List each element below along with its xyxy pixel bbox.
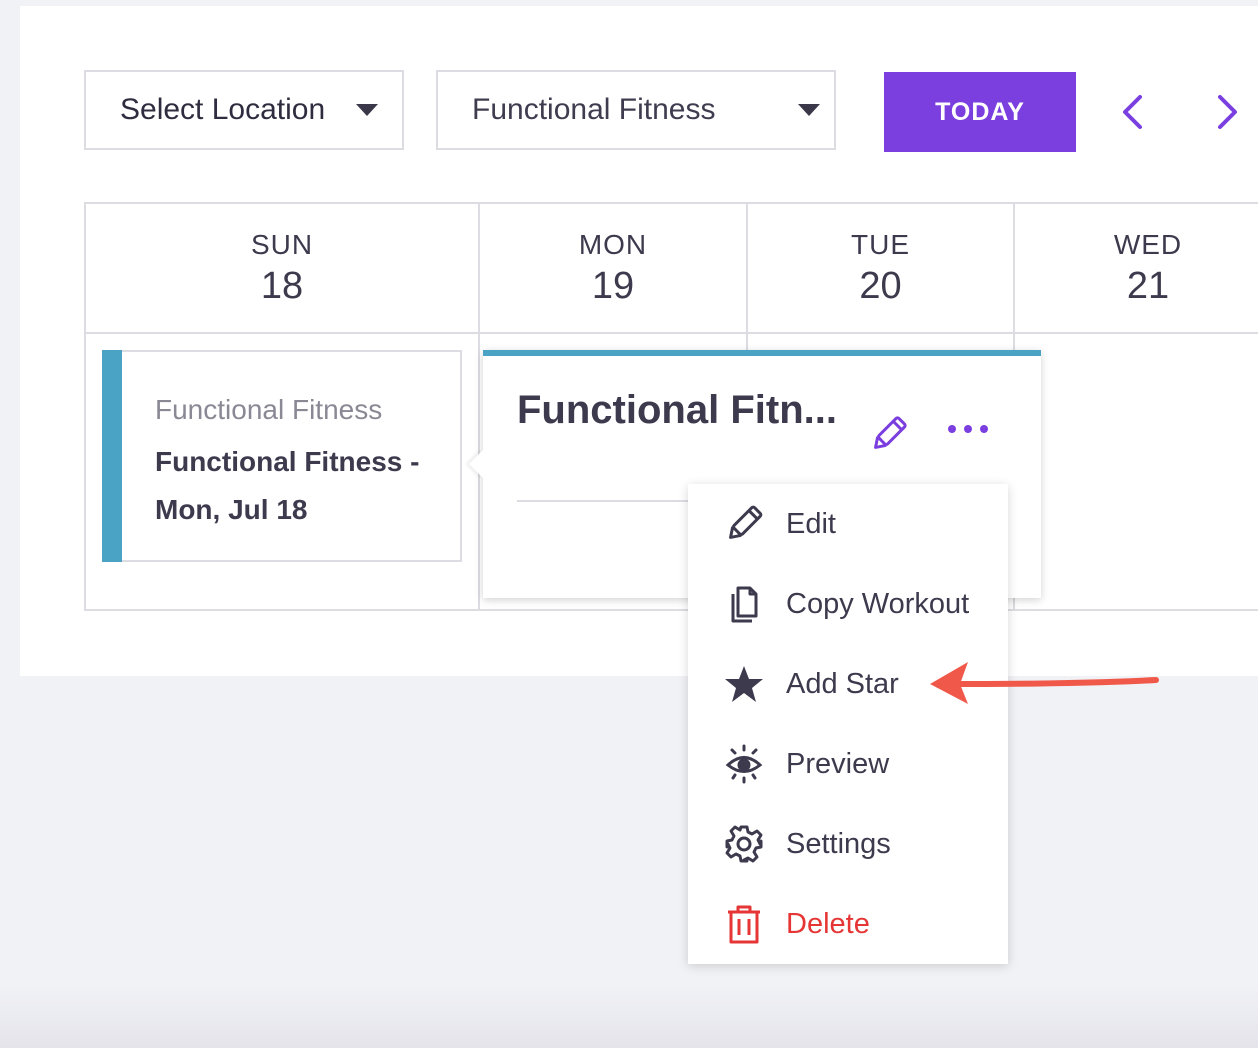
caret-down-icon — [798, 104, 820, 116]
menu-item-label: Edit — [786, 507, 836, 540]
grid-line — [1014, 609, 1258, 611]
day-header-mon: MON 19 — [480, 204, 746, 332]
copy-icon — [731, 586, 758, 623]
popover-title: Functional Fitn... — [517, 388, 837, 432]
day-number: 18 — [260, 264, 304, 307]
gear-icon — [725, 825, 763, 863]
caret-down-icon — [356, 104, 378, 116]
day-name: WED — [1113, 228, 1183, 260]
location-select-label: Select Location — [120, 93, 326, 126]
trash-icon — [728, 905, 760, 944]
day-number: 19 — [591, 264, 635, 307]
day-name: MON — [578, 228, 648, 260]
menu-item-label: Copy Workout — [786, 587, 970, 620]
program-select[interactable]: Functional Fitness — [436, 70, 836, 150]
chevron-left-icon[interactable] — [1118, 94, 1148, 130]
day-header-wed: WED 21 — [1015, 204, 1258, 332]
program-select-label: Functional Fitness — [472, 93, 716, 126]
menu-item-edit[interactable]: Edit — [688, 484, 1008, 564]
day-header-sun: SUN 18 — [86, 204, 478, 332]
day-number: 21 — [1126, 264, 1170, 307]
popover-divider — [517, 500, 697, 502]
pencil-icon — [729, 505, 763, 539]
event-program: Functional Fitness — [155, 394, 383, 425]
chevron-right-icon[interactable] — [1212, 94, 1242, 130]
menu-item-preview[interactable]: Preview — [688, 724, 1008, 804]
location-select[interactable]: Select Location — [84, 70, 404, 150]
event-color-stripe — [102, 350, 122, 562]
day-name: SUN — [250, 228, 314, 260]
context-menu: Edit Copy Workout Add Star Preview Setti… — [688, 484, 1008, 964]
annotation-arrow-icon — [930, 662, 1159, 704]
menu-item-label: Preview — [786, 747, 890, 780]
more-options-icon[interactable] — [945, 422, 991, 436]
menu-item-delete[interactable]: Delete — [688, 884, 1008, 964]
grid-line — [84, 332, 1258, 334]
menu-item-copy-workout[interactable]: Copy Workout — [688, 564, 1008, 644]
eye-icon — [725, 744, 763, 784]
day-number: 20 — [859, 264, 902, 307]
page-footer-shade — [0, 985, 1258, 1048]
star-icon — [725, 666, 763, 702]
event-card[interactable]: Functional Fitness Functional Fitness - … — [102, 350, 462, 562]
event-title: Functional Fitness - Mon, Jul 18 — [155, 446, 420, 525]
today-button[interactable]: TODAY — [884, 72, 1076, 152]
menu-item-label: Add Star — [786, 667, 899, 700]
pencil-icon[interactable] — [869, 414, 909, 454]
day-header-tue: TUE 20 — [748, 204, 1013, 332]
menu-item-label: Delete — [786, 907, 870, 940]
day-name: TUE — [851, 228, 910, 260]
menu-item-label: Settings — [786, 827, 891, 860]
menu-item-settings[interactable]: Settings — [688, 804, 1008, 884]
